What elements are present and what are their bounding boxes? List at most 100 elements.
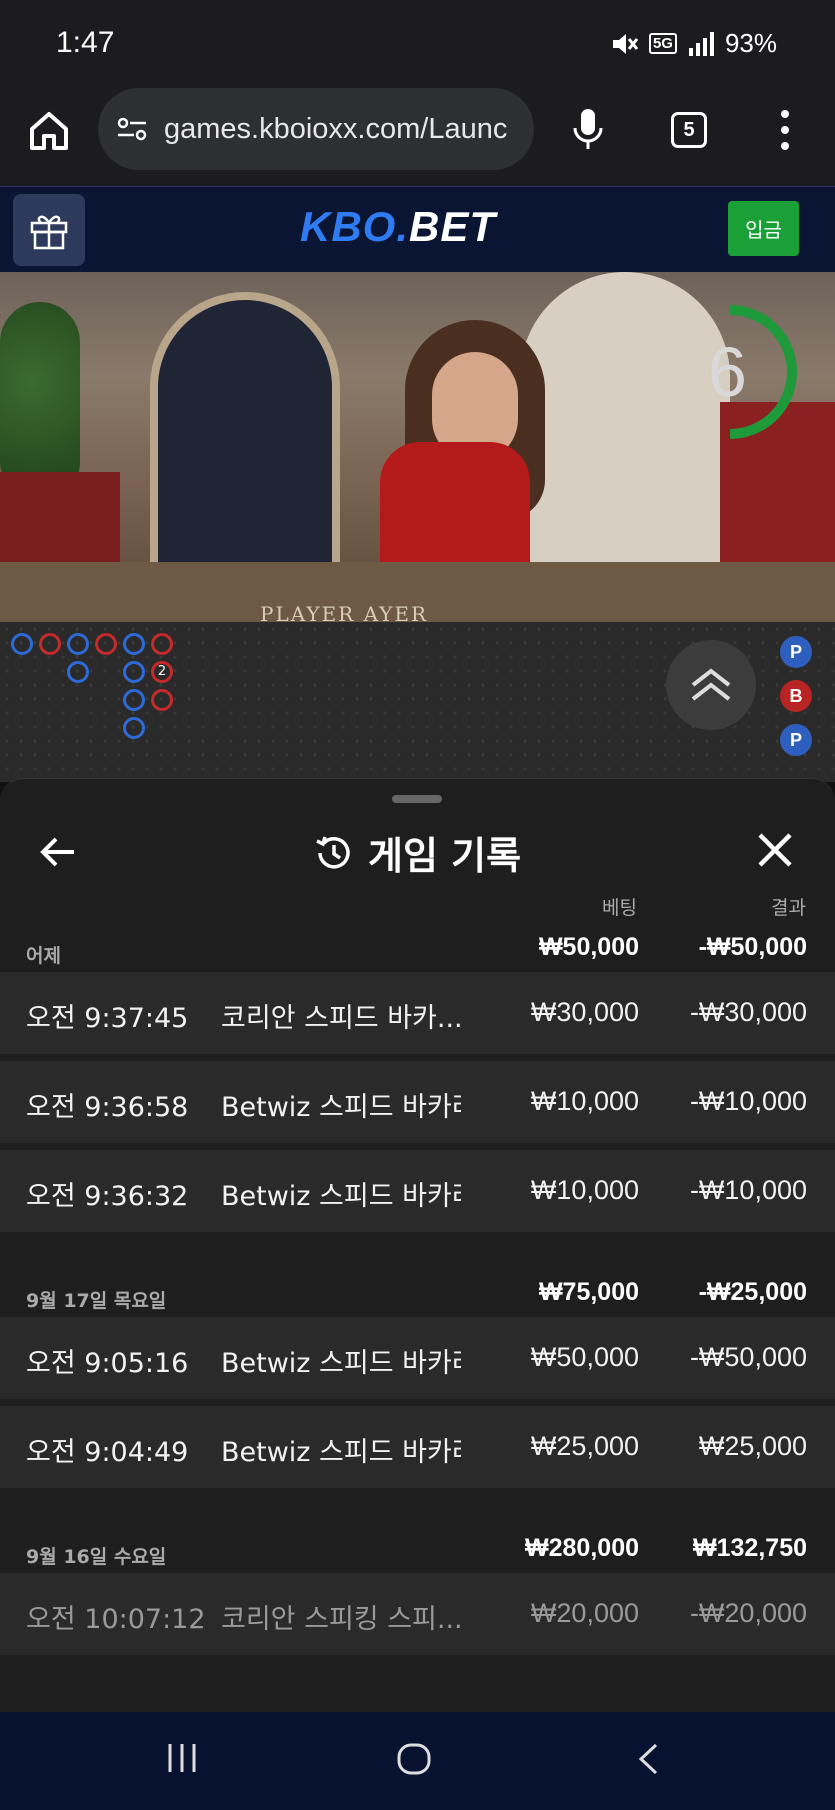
home-circle-icon (397, 1743, 431, 1775)
deposit-button[interactable]: 입금 (728, 201, 799, 256)
address-bar[interactable]: games.kboioxx.com/Launc (98, 88, 534, 170)
prediction-player-badge: P (780, 724, 812, 756)
road-player (123, 689, 145, 711)
group-header: 9월 17일 목요일 ₩75,000 -₩25,000 (0, 1264, 835, 1318)
row-bet: ₩30,000 (530, 997, 639, 1027)
expand-button[interactable] (666, 640, 756, 730)
row-bet: ₩10,000 (530, 1175, 639, 1205)
home-button[interactable] (26, 108, 72, 154)
group-date: 어제 (26, 945, 61, 967)
menu-dot (781, 142, 789, 150)
row-time: 오전 9:36:58 (26, 1092, 189, 1123)
back-nav-button[interactable] (636, 1742, 660, 1780)
game-history-sheet: 게임 기록 베팅 결과 어제 ₩50,000 -₩50,000 오전 9:37:… (0, 778, 835, 1712)
prediction-player-badge: P (780, 636, 812, 668)
gift-button[interactable] (13, 194, 85, 266)
road-banker-tie: 2 (151, 661, 173, 683)
road-player (123, 633, 145, 655)
row-time: 오전 9:36:32 (26, 1181, 189, 1212)
sheet-title: 게임 기록 (312, 825, 521, 880)
group-result-total: -₩50,000 (698, 933, 807, 961)
history-icon (316, 836, 350, 869)
gift-icon (30, 215, 68, 250)
row-result: -₩50,000 (689, 1342, 807, 1372)
recent-apps-icon (168, 1744, 196, 1772)
microphone-icon (573, 109, 603, 149)
sheet-grabber[interactable] (392, 795, 442, 803)
row-bet: ₩10,000 (530, 1086, 639, 1116)
status-bar: 1:47 5G 93% (0, 0, 835, 88)
group-result-total: ₩132,750 (693, 1534, 807, 1562)
row-result: -₩20,000 (689, 1598, 807, 1628)
road-banker (95, 633, 117, 655)
logo-kbo: KBO. (300, 203, 409, 250)
voice-search-button[interactable] (568, 106, 608, 152)
sheet-title-text: 게임 기록 (368, 834, 522, 878)
road-player (11, 633, 33, 655)
row-game: Betwiz 스피드 바카라 (221, 1348, 461, 1379)
row-game: Betwiz 스피드 바카라 (221, 1092, 461, 1123)
group-header: 9월 16일 수요일 ₩280,000 ₩132,750 (0, 1520, 835, 1574)
back-button[interactable] (38, 831, 80, 873)
group-date: 9월 16일 수요일 (26, 1546, 167, 1568)
group-header: 어제 ₩50,000 -₩50,000 (0, 919, 835, 973)
mute-icon (612, 33, 639, 54)
row-bet: ₩25,000 (530, 1431, 639, 1461)
road-player (123, 661, 145, 683)
row-result: -₩10,000 (689, 1175, 807, 1205)
row-game: 코리안 스피드 바카... (221, 1003, 461, 1034)
tab-switcher-button[interactable]: 5 (671, 112, 707, 148)
group-date: 9월 17일 목요일 (26, 1290, 167, 1312)
road-banker (39, 633, 61, 655)
browser-toolbar: games.kboioxx.com/Launc 5 (0, 88, 835, 186)
history-row[interactable]: 오전 9:36:32 Betwiz 스피드 바카라 ₩10,000 -₩10,0… (0, 1150, 835, 1232)
row-time: 오전 9:04:49 (26, 1437, 189, 1468)
history-row[interactable]: 오전 10:07:12 코리안 스피킹 스피... ₩20,000 -₩20,0… (0, 1573, 835, 1655)
column-header-result: 결과 (771, 897, 806, 919)
close-button[interactable] (754, 829, 796, 871)
arrow-left-icon (40, 837, 74, 867)
history-row[interactable]: 오전 9:04:49 Betwiz 스피드 바카라 ₩25,000 ₩25,00… (0, 1406, 835, 1488)
table-marking: PLAYER AYER (260, 602, 429, 622)
row-bet: ₩50,000 (530, 1342, 639, 1372)
row-time: 오전 10:07:12 (26, 1604, 206, 1635)
group-bet-total: ₩75,000 (538, 1278, 639, 1306)
browser-menu-button[interactable] (775, 110, 795, 150)
background-doorway (150, 292, 340, 592)
history-row[interactable]: 오전 9:37:45 코리안 스피드 바카... ₩30,000 -₩30,00… (0, 972, 835, 1054)
row-bet: ₩20,000 (530, 1598, 639, 1628)
road-player (67, 633, 89, 655)
bead-roadmap: 2 P B P (0, 622, 835, 782)
home-icon (30, 112, 68, 150)
logo-bet: BET (409, 203, 496, 250)
history-row[interactable]: 오전 9:05:16 Betwiz 스피드 바카라 ₩50,000 -₩50,0… (0, 1317, 835, 1399)
row-game: Betwiz 스피드 바카라 (221, 1437, 461, 1468)
double-chevron-up-icon (691, 668, 731, 701)
status-indicators: 5G 93% (609, 28, 777, 59)
url-text: games.kboioxx.com/Launc (164, 112, 508, 145)
row-result: -₩10,000 (689, 1086, 807, 1116)
row-time: 오전 9:05:16 (26, 1348, 189, 1379)
group-bet-total: ₩280,000 (525, 1534, 639, 1562)
live-video[interactable]: PLAYER AYER 6 (0, 272, 835, 622)
prediction-banker-badge: B (780, 680, 812, 712)
status-time: 1:47 (56, 26, 115, 59)
network-icon: 5G (648, 33, 677, 54)
site-logo[interactable]: KBO.BET (300, 203, 496, 251)
row-result: -₩30,000 (689, 997, 807, 1027)
home-nav-button[interactable] (396, 1742, 432, 1780)
recent-apps-button[interactable] (166, 1742, 198, 1778)
menu-dot (781, 126, 789, 134)
road-player (123, 717, 145, 739)
road-player-tie (67, 661, 89, 683)
countdown-value: 6 (708, 333, 747, 411)
row-game: 코리안 스피킹 스피... (221, 1604, 461, 1635)
menu-dot (781, 110, 789, 118)
row-game: Betwiz 스피드 바카라 (221, 1181, 461, 1212)
site-header: KBO.BET 입금 (0, 186, 835, 272)
road-banker (151, 689, 173, 711)
history-row[interactable]: 오전 9:36:58 Betwiz 스피드 바카라 ₩10,000 -₩10,0… (0, 1061, 835, 1143)
system-nav-bar (0, 1712, 835, 1810)
row-result: ₩25,000 (698, 1431, 807, 1461)
site-settings-icon[interactable] (116, 115, 148, 143)
